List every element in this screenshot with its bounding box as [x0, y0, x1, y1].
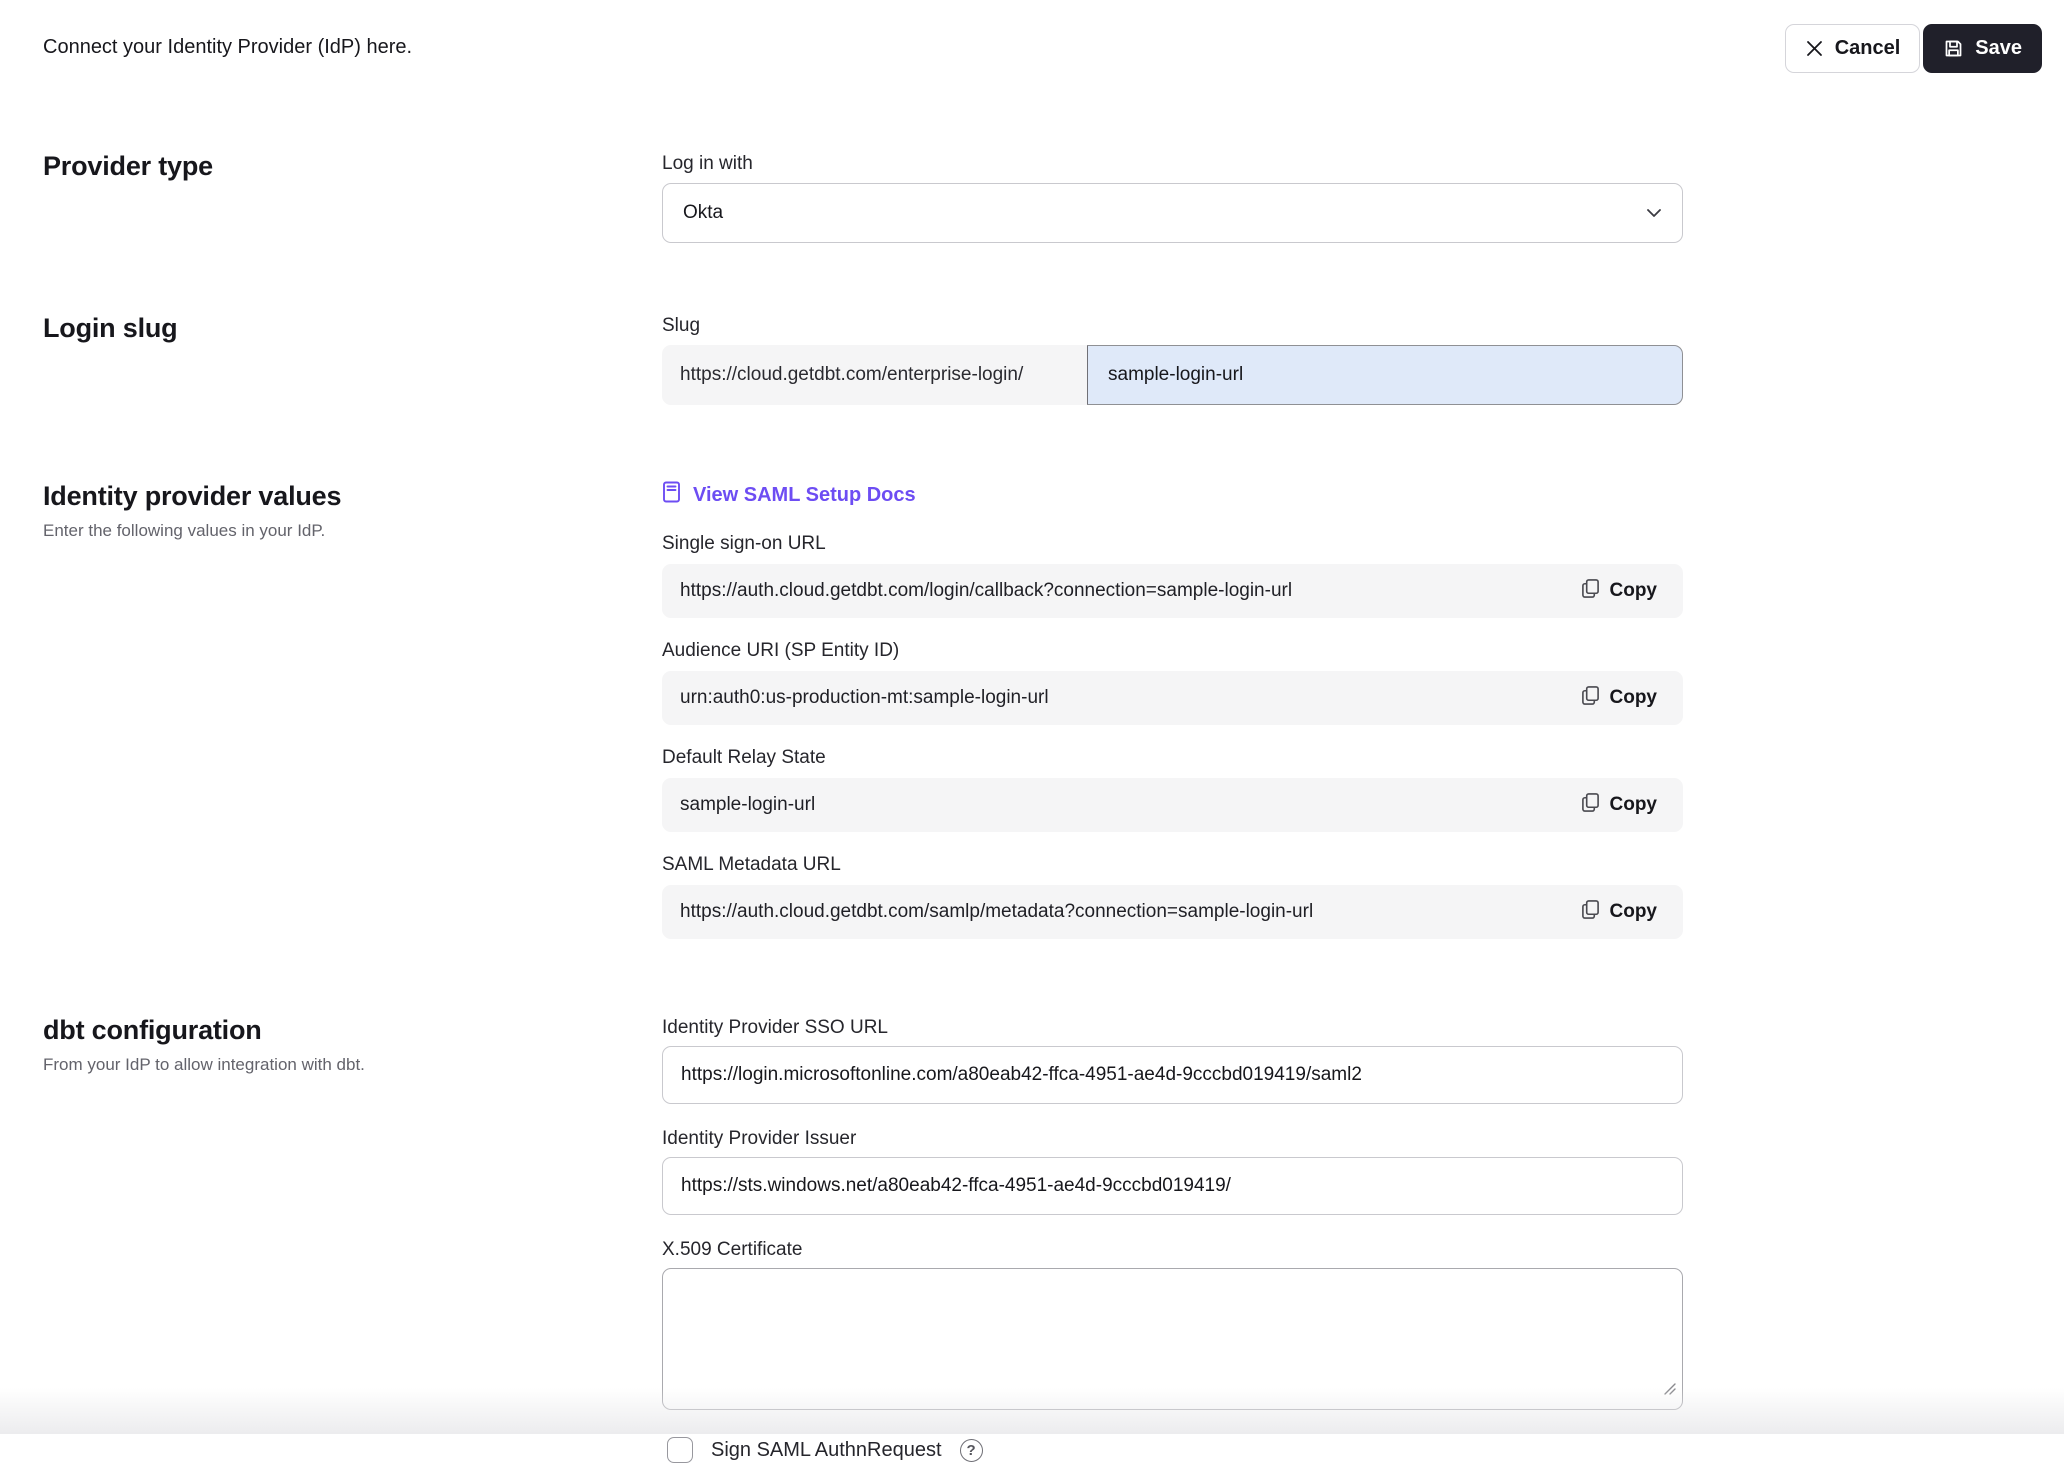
section-dbt-configuration: dbt configuration From your IdP to allow… — [43, 1015, 2064, 1463]
slug-input[interactable] — [1087, 345, 1683, 405]
sso-url-field: Single sign-on URL https://auth.cloud.ge… — [662, 531, 1683, 618]
audience-uri-label: Audience URI (SP Entity ID) — [662, 638, 1683, 663]
copy-button[interactable]: Copy — [1573, 685, 1666, 712]
sign-authn-label: Sign SAML AuthnRequest — [711, 1439, 942, 1462]
login-with-label: Log in with — [662, 151, 1683, 176]
copy-icon — [1581, 685, 1600, 712]
copy-icon — [1581, 792, 1600, 819]
saml-docs-link-label: View SAML Setup Docs — [693, 484, 916, 507]
section-login-slug: Login slug Slug https://cloud.getdbt.com… — [43, 313, 2064, 405]
sso-url-value-box: https://auth.cloud.getdbt.com/login/call… — [662, 564, 1683, 618]
copy-icon — [1581, 899, 1600, 926]
relay-state-value-box: sample-login-url Copy — [662, 778, 1683, 832]
idp-values-subtitle: Enter the following values in your IdP. — [43, 521, 662, 541]
settings-form: Provider type Log in with Okta Login slu… — [0, 151, 2064, 1463]
cancel-button[interactable]: Cancel — [1785, 24, 1921, 73]
metadata-url-field: SAML Metadata URL https://auth.cloud.get… — [662, 852, 1683, 939]
copy-button-label: Copy — [1610, 580, 1658, 602]
save-button-label: Save — [1975, 37, 2022, 60]
sign-authn-checkbox[interactable] — [667, 1437, 693, 1463]
copy-button[interactable]: Copy — [1573, 578, 1666, 605]
idp-issuer-label: Identity Provider Issuer — [662, 1126, 1683, 1151]
dbt-configuration-subtitle: From your IdP to allow integration with … — [43, 1055, 662, 1075]
relay-state-field: Default Relay State sample-login-url Cop… — [662, 745, 1683, 832]
sso-url-label: Single sign-on URL — [662, 531, 1683, 556]
copy-button-label: Copy — [1610, 901, 1658, 923]
metadata-url-value: https://auth.cloud.getdbt.com/samlp/meta… — [680, 901, 1573, 923]
copy-button-label: Copy — [1610, 687, 1658, 709]
close-icon — [1805, 39, 1824, 58]
document-icon — [662, 481, 681, 509]
idp-issuer-group: Identity Provider Issuer — [662, 1126, 1683, 1215]
metadata-url-label: SAML Metadata URL — [662, 852, 1683, 877]
save-button[interactable]: Save — [1923, 24, 2042, 73]
provider-select[interactable]: Okta — [662, 183, 1683, 243]
audience-uri-field: Audience URI (SP Entity ID) urn:auth0:us… — [662, 638, 1683, 725]
slug-url-prefix: https://cloud.getdbt.com/enterprise-logi… — [662, 345, 1087, 405]
copy-button[interactable]: Copy — [1573, 899, 1666, 926]
certificate-label: X.509 Certificate — [662, 1237, 1683, 1262]
slug-field-row: https://cloud.getdbt.com/enterprise-logi… — [662, 345, 1683, 405]
idp-sso-url-group: Identity Provider SSO URL — [662, 1015, 1683, 1104]
idp-sso-url-input[interactable] — [662, 1046, 1683, 1104]
dbt-configuration-title: dbt configuration — [43, 1015, 662, 1046]
section-provider-type: Provider type Log in with Okta — [43, 151, 2064, 243]
relay-state-label: Default Relay State — [662, 745, 1683, 770]
page-description: Connect your Identity Provider (IdP) her… — [43, 36, 412, 59]
header-actions: Cancel Save — [1785, 24, 2042, 73]
provider-selected-value: Okta — [683, 202, 723, 224]
certificate-textarea[interactable] — [662, 1268, 1683, 1410]
idp-values-title: Identity provider values — [43, 481, 662, 512]
saml-docs-link[interactable]: View SAML Setup Docs — [662, 481, 916, 509]
certificate-group: X.509 Certificate — [662, 1237, 1683, 1415]
copy-button[interactable]: Copy — [1573, 792, 1666, 819]
cancel-button-label: Cancel — [1835, 37, 1901, 60]
login-slug-title: Login slug — [43, 313, 662, 344]
idp-issuer-input[interactable] — [662, 1157, 1683, 1215]
sso-url-value: https://auth.cloud.getdbt.com/login/call… — [680, 580, 1573, 602]
save-floppy-icon — [1943, 38, 1964, 59]
sign-authn-row: Sign SAML AuthnRequest ? — [662, 1437, 1683, 1463]
slug-label: Slug — [662, 313, 1683, 338]
provider-type-title: Provider type — [43, 151, 662, 182]
idp-sso-url-label: Identity Provider SSO URL — [662, 1015, 1683, 1040]
chevron-down-icon — [1646, 202, 1662, 224]
audience-uri-value: urn:auth0:us-production-mt:sample-login-… — [680, 687, 1573, 709]
metadata-url-value-box: https://auth.cloud.getdbt.com/samlp/meta… — [662, 885, 1683, 939]
section-idp-values: Identity provider values Enter the follo… — [43, 481, 2064, 959]
help-icon[interactable]: ? — [960, 1439, 983, 1462]
audience-uri-value-box: urn:auth0:us-production-mt:sample-login-… — [662, 671, 1683, 725]
relay-state-value: sample-login-url — [680, 794, 1573, 816]
copy-button-label: Copy — [1610, 794, 1658, 816]
copy-icon — [1581, 578, 1600, 605]
page-header: Connect your Identity Provider (IdP) her… — [0, 0, 2064, 73]
